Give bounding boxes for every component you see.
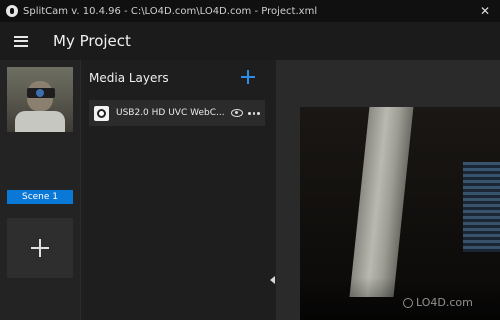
eye-icon[interactable] — [231, 109, 243, 117]
scene-thumbnail-person — [15, 111, 65, 132]
add-layer-button[interactable] — [241, 70, 255, 84]
media-layers-title: Media Layers — [89, 71, 169, 85]
scenes-panel: Scene 1 — [0, 60, 80, 320]
scene-thumbnail[interactable] — [7, 67, 73, 132]
lo4d-logo-icon — [403, 297, 413, 308]
layer-item[interactable]: USB2.0 HD UVC WebC... — [89, 100, 265, 126]
webcam-preview — [300, 107, 500, 320]
project-title: My Project — [53, 32, 131, 50]
lo4d-watermark: LO4D.com — [403, 296, 473, 309]
webcam-icon — [94, 105, 109, 121]
add-scene-button[interactable] — [7, 218, 73, 278]
watermark-text: LO4D.com — [416, 296, 473, 309]
preview-window-blinds — [463, 162, 500, 252]
app-header: My Project — [0, 22, 500, 60]
media-layers-panel: Media Layers USB2.0 HD UVC WebC... — [80, 60, 276, 320]
more-options-icon[interactable] — [248, 112, 260, 115]
collapse-panel-arrow-icon[interactable] — [270, 276, 275, 284]
scene-label[interactable]: Scene 1 — [7, 190, 73, 204]
window-title: SplitCam v. 10.4.96 - C:\LO4D.com\LO4D.c… — [23, 5, 318, 17]
plus-icon — [31, 239, 49, 257]
splitcam-app-icon — [6, 5, 18, 17]
window-title-bar: SplitCam v. 10.4.96 - C:\LO4D.com\LO4D.c… — [0, 0, 500, 22]
preview-light-beam — [349, 107, 415, 297]
layer-name: USB2.0 HD UVC WebC... — [116, 108, 224, 118]
scene-thumbnail-webcam — [27, 88, 55, 98]
window-close-button[interactable]: ✕ — [470, 0, 500, 22]
hamburger-menu-icon[interactable] — [14, 35, 28, 47]
close-icon: ✕ — [479, 4, 491, 18]
